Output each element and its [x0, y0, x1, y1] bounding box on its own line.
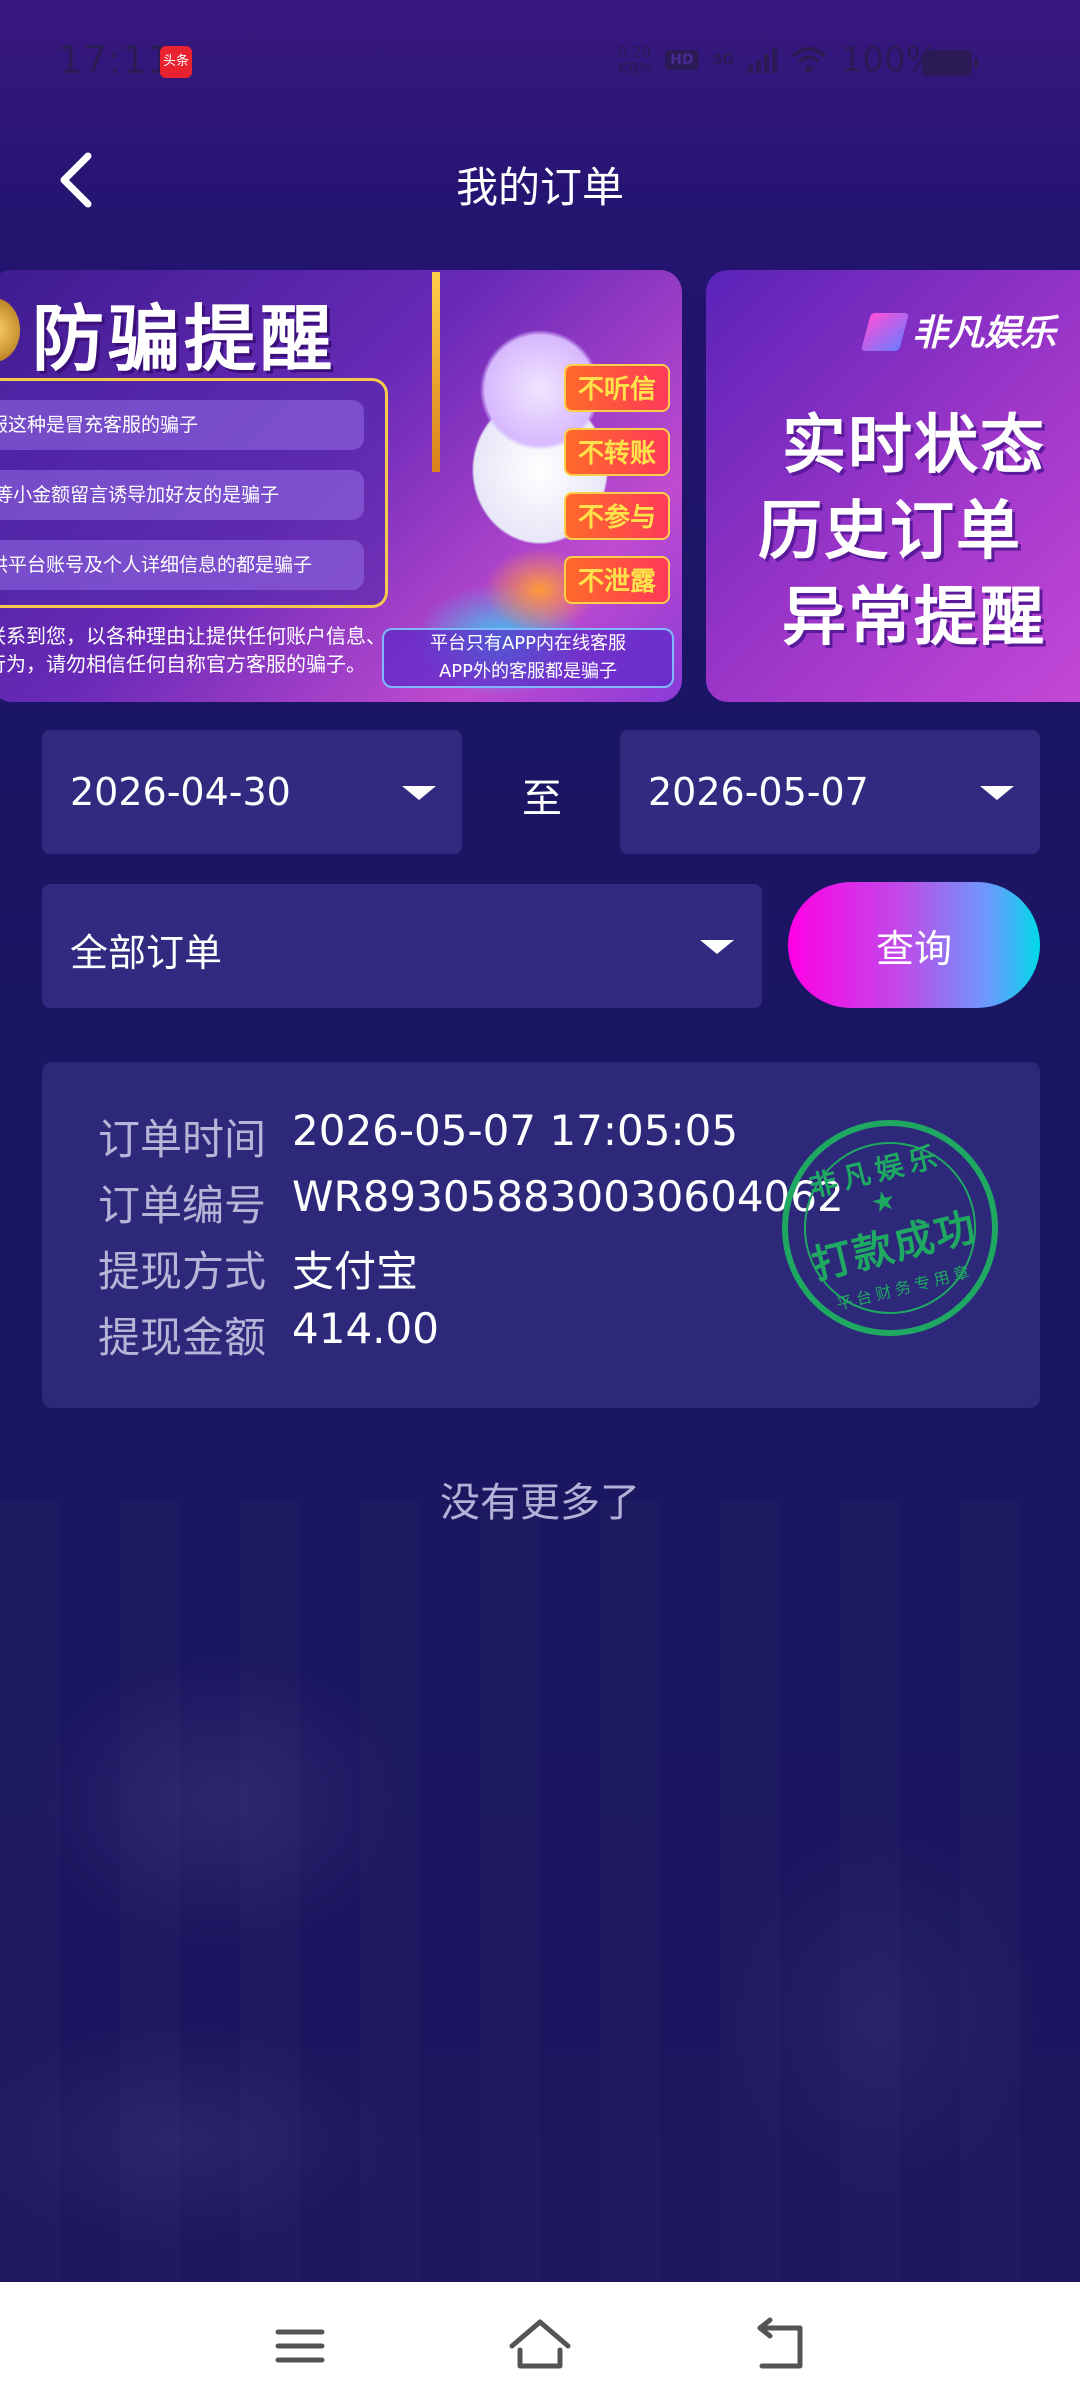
banner-footer-line: 行为，请勿相信任何自称官方客服的骗子。	[0, 652, 366, 676]
banner-line: 01等小金额留言诱导加好友的是骗子	[0, 470, 364, 520]
withdraw-amount-label: 提现金额	[98, 1313, 267, 1362]
chevron-down-icon	[980, 786, 1014, 800]
menu-icon	[275, 2329, 325, 2363]
back-nav-button[interactable]	[740, 2310, 820, 2380]
banner-order-features[interactable]: 非凡娱乐 实时状态 历史订单 异常提醒	[706, 270, 1080, 702]
banner-carousel[interactable]: 防骗提醒 客服这种是冒充客服的骗子 01等小金额留言诱导加好友的是骗子 提供平台…	[0, 270, 1080, 702]
header: 我的订单	[0, 140, 1080, 220]
brand-logo-icon	[860, 313, 910, 351]
back-arrow-icon	[757, 2317, 803, 2369]
list-end-text: 没有更多了	[440, 1480, 640, 1526]
banner-tag: 不听信	[564, 364, 670, 412]
background-decoration	[0, 1500, 1080, 2280]
order-id-label: 订单编号	[98, 1181, 267, 1230]
banner-line: 历史订单	[758, 495, 1022, 569]
banner-tag: 不泄露	[564, 556, 670, 604]
hd-icon: HD	[665, 50, 699, 70]
app-notification-icon: 头条	[160, 46, 192, 78]
battery-icon	[922, 50, 978, 76]
end-date-value: 2026-05-07	[648, 770, 869, 814]
banner-anti-fraud[interactable]: 防骗提醒 客服这种是冒充客服的骗子 01等小金额留言诱导加好友的是骗子 提供平台…	[0, 270, 682, 702]
home-button[interactable]	[500, 2310, 580, 2380]
status-indicators: 0.20 KB/s HD 5G 100%	[618, 40, 938, 80]
brand-logo-text: 非凡娱乐	[912, 313, 1057, 354]
order-card[interactable]: 订单时间 2026-05-07 17:05:05 订单编号 WR89305883…	[42, 1062, 1040, 1408]
withdraw-amount-value: 414.00	[292, 1304, 439, 1353]
banner-footer-text: 联系到您，以各种理由让提供任何账户信息、 行为，请勿相信任何自称官方客服的骗子。	[0, 622, 386, 678]
banner-line: 实时状态	[782, 409, 1046, 483]
network-speed: 0.20 KB/s	[617, 43, 652, 77]
banner-tag: 不转账	[564, 428, 670, 476]
banner-title: 防骗提醒	[32, 297, 337, 381]
banner-footer-line: 联系到您，以各种理由让提供任何账户信息、	[0, 624, 386, 648]
system-nav-bar	[0, 2282, 1080, 2408]
banner-line: 提供平台账号及个人详细信息的都是骗子	[0, 540, 364, 590]
query-button[interactable]: 查询	[788, 882, 1040, 1008]
start-date-value: 2026-04-30	[70, 770, 291, 814]
signal-icon	[747, 47, 777, 73]
network-type: 5G	[712, 52, 734, 68]
banner-line: 客服这种是冒充客服的骗子	[0, 400, 364, 450]
page-title: 我的订单	[455, 163, 624, 212]
chevron-down-icon	[402, 786, 436, 800]
home-icon	[509, 2319, 571, 2369]
brand-logo: 非凡娱乐	[860, 304, 1057, 356]
order-id-value: WR893058830030604062	[292, 1172, 844, 1221]
order-time-label: 订单时间	[98, 1115, 267, 1164]
order-type-value: 全部订单	[70, 931, 223, 975]
banner-line: 异常提醒	[782, 581, 1046, 655]
banner-app-note: 平台只有APP内在线客服 APP外的客服都是骗子	[382, 628, 674, 688]
end-date-select[interactable]: 2026-05-07	[620, 730, 1040, 854]
start-date-select[interactable]: 2026-04-30	[42, 730, 462, 854]
wifi-icon	[791, 47, 827, 73]
withdraw-method-label: 提现方式	[98, 1247, 267, 1296]
date-range-separator: 至	[522, 776, 562, 822]
chevron-down-icon	[700, 940, 734, 954]
shield-icon	[0, 298, 20, 362]
recent-apps-button[interactable]	[260, 2310, 340, 2380]
status-time: 17:11	[58, 38, 173, 82]
payment-success-stamp: 非凡娱乐 ★ 打款成功 平台财务专用章	[759, 1097, 1021, 1359]
banner-tag: 不参与	[564, 492, 670, 540]
order-time-value: 2026-05-07 17:05:05	[292, 1106, 739, 1155]
order-type-select[interactable]: 全部订单	[42, 884, 762, 1008]
withdraw-method-value: 支付宝	[292, 1247, 419, 1296]
trident-icon	[432, 272, 440, 472]
status-bar: 17:11 头条 0.20 KB/s HD 5G 100%	[0, 0, 1080, 125]
